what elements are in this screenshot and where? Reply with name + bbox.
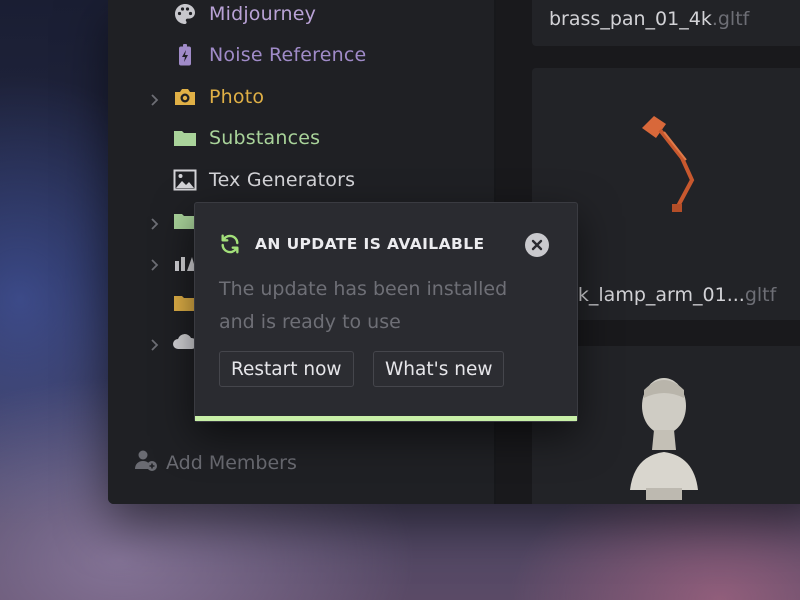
whats-new-button[interactable]: What's new: [373, 351, 505, 387]
notification-message: The update has been installed and is rea…: [219, 278, 508, 333]
sidebar-item-midjourney[interactable]: Midjourney: [108, 0, 494, 29]
chevron-right-icon[interactable]: [148, 215, 160, 230]
add-members-label: Add Members: [166, 451, 297, 474]
image-icon: [172, 167, 198, 193]
refresh-icon: [219, 233, 241, 255]
close-icon: [531, 236, 543, 255]
folder-icon: [172, 125, 198, 151]
camera-icon: [172, 84, 198, 110]
asset-card-name: brass_pan_01_4k.gltf: [549, 8, 750, 30]
update-progress-fill: [195, 416, 577, 421]
bust-thumbnail: [624, 370, 704, 504]
sidebar-item-photo[interactable]: Photo: [108, 82, 494, 112]
add-user-icon: [134, 448, 158, 477]
sidebar-item-noise-reference[interactable]: Noise Reference: [108, 40, 494, 70]
notification-title: AN UPDATE IS AVAILABLE: [255, 235, 485, 253]
asset-card-name: sk_lamp_arm_01...gltf: [568, 284, 777, 306]
add-members-button[interactable]: Add Members: [134, 448, 297, 477]
sidebar-item-label: Noise Reference: [209, 44, 367, 66]
asset-card-brass-pan[interactable]: brass_pan_01_4k.gltf: [532, 0, 800, 46]
sidebar-item-label: Tex Generators: [209, 169, 356, 191]
update-notification: AN UPDATE IS AVAILABLE The update has be…: [194, 202, 578, 422]
restart-now-button[interactable]: Restart now: [219, 351, 354, 387]
chevron-right-icon[interactable]: [148, 91, 160, 106]
chevron-right-icon[interactable]: [148, 256, 160, 271]
sidebar-item-substances[interactable]: Substances: [108, 123, 494, 153]
sidebar-item-label: Midjourney: [209, 3, 317, 25]
chevron-right-icon[interactable]: [148, 336, 160, 351]
sidebar-item-label: Photo: [209, 86, 265, 108]
sidebar-item-tex-generators[interactable]: Tex Generators: [108, 165, 494, 195]
close-button[interactable]: [525, 233, 549, 257]
update-progress-bar: [195, 416, 577, 421]
lamp-thumbnail: [632, 98, 712, 222]
palette-icon: [172, 1, 198, 27]
sidebar-item-label: Substances: [209, 127, 321, 149]
battery-charging-icon: [172, 42, 198, 68]
